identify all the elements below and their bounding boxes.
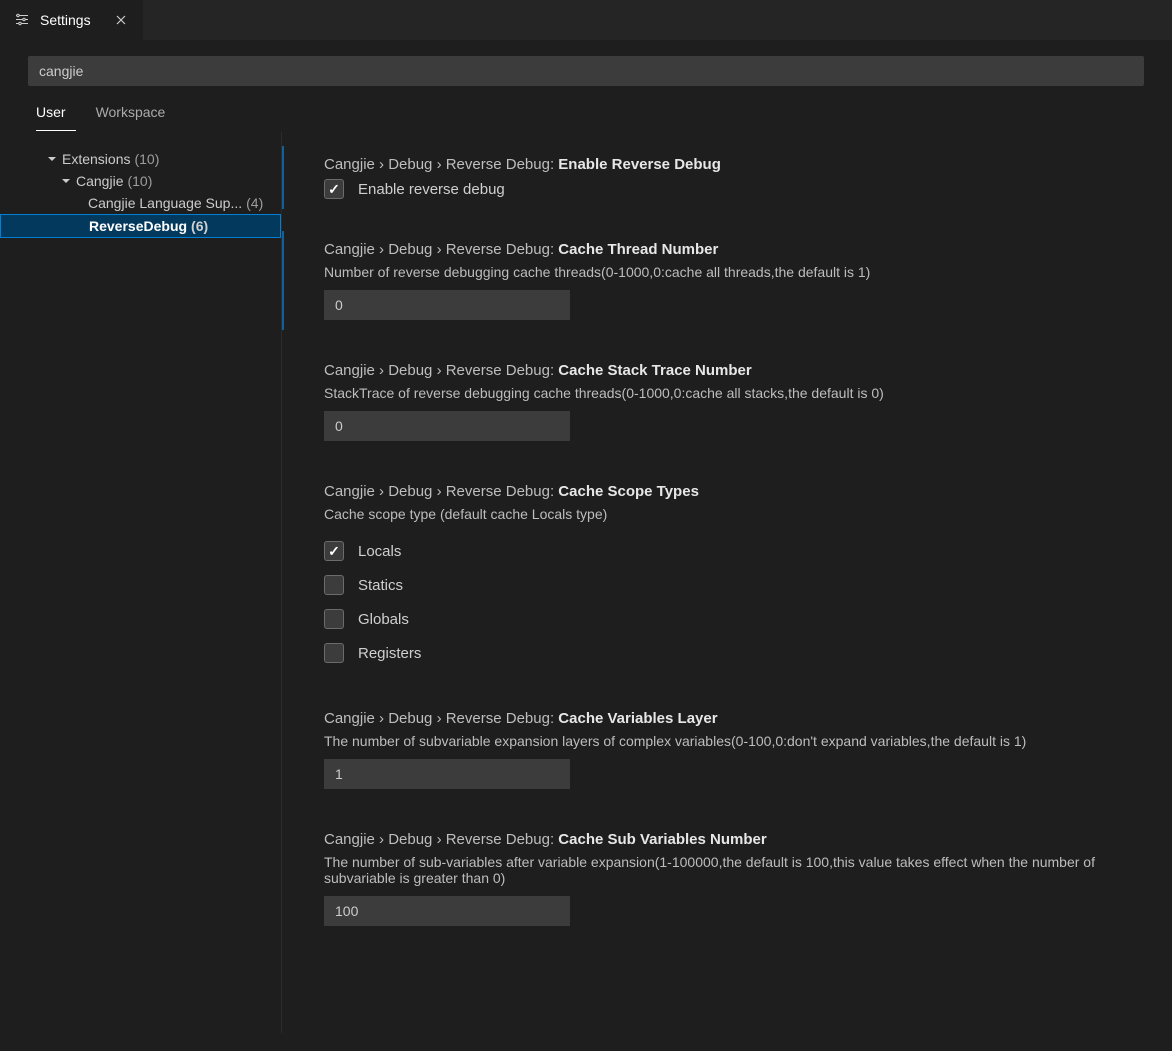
input-cache-stack-trace-number[interactable] <box>324 411 570 441</box>
setting-cache-thread-number: Cangjie › Debug › Reverse Debug: Cache T… <box>282 231 1172 330</box>
tree-item-language-support[interactable]: Cangjie Language Sup... (4) <box>0 192 281 214</box>
tree-count: (10) <box>127 173 152 189</box>
close-icon[interactable] <box>113 12 129 28</box>
tree-count: (6) <box>191 218 208 234</box>
tab-title: Settings <box>40 12 91 28</box>
settings-body: Cangjie › Debug › Reverse Debug: Enable … <box>282 132 1172 1033</box>
input-cache-variables-layer[interactable] <box>324 759 570 789</box>
setting-description: Cache scope type (default cache Locals t… <box>324 506 1154 522</box>
setting-title: Cangjie › Debug › Reverse Debug: Enable … <box>324 156 1154 173</box>
tree-item-extensions[interactable]: Extensions (10) <box>0 148 281 170</box>
setting-description: The number of subvariable expansion laye… <box>324 733 1154 749</box>
checkbox-label: Registers <box>358 645 421 662</box>
checkbox-label: Globals <box>358 611 409 628</box>
checkbox-label: Locals <box>358 543 401 560</box>
scope-tab-workspace[interactable]: Workspace <box>96 96 176 131</box>
setting-title: Cangjie › Debug › Reverse Debug: Cache S… <box>324 831 1154 848</box>
tree-count: (4) <box>246 195 263 211</box>
tab-bar: Settings <box>0 0 1172 40</box>
chevron-down-icon <box>58 173 74 189</box>
checkbox-statics[interactable] <box>324 575 344 595</box>
setting-cache-scope-types: Cangjie › Debug › Reverse Debug: Cache S… <box>282 473 1172 678</box>
setting-description: StackTrace of reverse debugging cache th… <box>324 385 1154 401</box>
input-cache-thread-number[interactable] <box>324 290 570 320</box>
scope-tabs: User Workspace <box>0 96 1172 132</box>
checkbox-globals[interactable] <box>324 609 344 629</box>
settings-tree: Extensions (10) Cangjie (10) Cangjie Lan… <box>0 132 282 1033</box>
tree-label: ReverseDebug <box>89 218 187 234</box>
setting-title: Cangjie › Debug › Reverse Debug: Cache S… <box>324 483 1154 500</box>
setting-description: Number of reverse debugging cache thread… <box>324 264 1154 280</box>
tree-item-cangjie[interactable]: Cangjie (10) <box>0 170 281 192</box>
chevron-down-icon <box>44 151 60 167</box>
tree-count: (10) <box>134 151 159 167</box>
checkbox-label: Enable reverse debug <box>358 181 505 198</box>
settings-icon <box>14 12 30 28</box>
search-row <box>0 40 1172 96</box>
search-input[interactable] <box>28 56 1144 86</box>
checkbox-label: Statics <box>358 577 403 594</box>
setting-title: Cangjie › Debug › Reverse Debug: Cache T… <box>324 241 1154 258</box>
setting-cache-variables-layer: Cangjie › Debug › Reverse Debug: Cache V… <box>282 700 1172 799</box>
checkbox-enable-reverse-debug[interactable] <box>324 179 344 199</box>
setting-enable-reverse-debug: Cangjie › Debug › Reverse Debug: Enable … <box>282 146 1172 209</box>
tree-label: Extensions <box>62 151 130 167</box>
input-cache-sub-variables-number[interactable] <box>324 896 570 926</box>
setting-cache-stack-trace-number: Cangjie › Debug › Reverse Debug: Cache S… <box>282 352 1172 451</box>
tab-settings[interactable]: Settings <box>0 0 143 40</box>
setting-cache-sub-variables-number: Cangjie › Debug › Reverse Debug: Cache S… <box>282 821 1172 936</box>
setting-description: The number of sub-variables after variab… <box>324 854 1154 886</box>
setting-title: Cangjie › Debug › Reverse Debug: Cache V… <box>324 710 1154 727</box>
tree-label: Cangjie <box>76 173 123 189</box>
setting-title: Cangjie › Debug › Reverse Debug: Cache S… <box>324 362 1154 379</box>
tree-label: Cangjie Language Sup... <box>88 195 242 211</box>
checkbox-registers[interactable] <box>324 643 344 663</box>
checkbox-locals[interactable] <box>324 541 344 561</box>
tree-item-reverse-debug[interactable]: ReverseDebug (6) <box>0 214 281 238</box>
scope-tab-user[interactable]: User <box>36 96 76 131</box>
